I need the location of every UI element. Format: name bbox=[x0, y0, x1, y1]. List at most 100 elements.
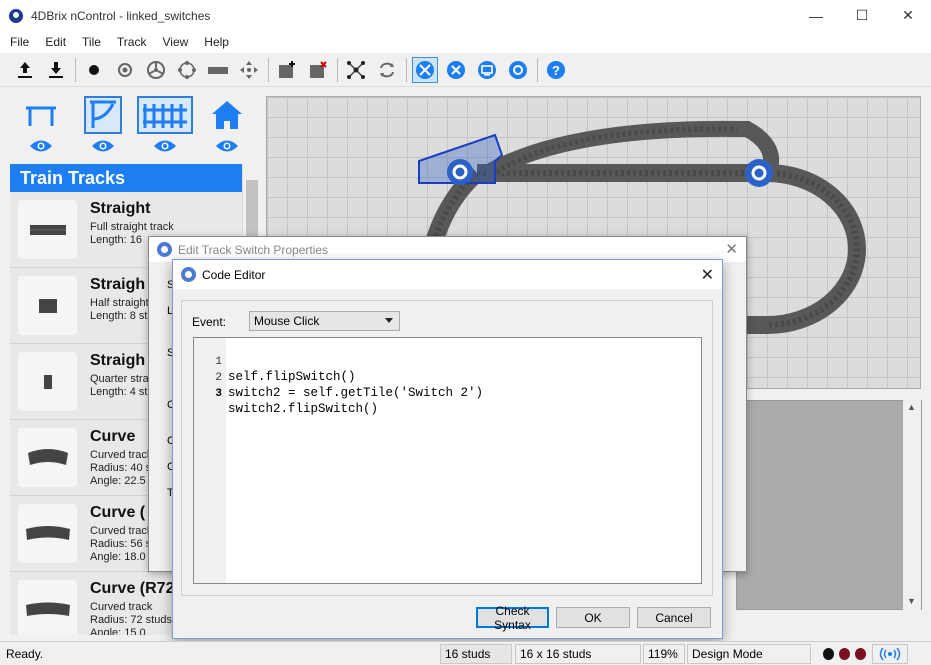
menu-view[interactable]: View bbox=[154, 35, 196, 49]
house-icon bbox=[208, 96, 246, 134]
track-item-desc: Quarter stra bbox=[90, 373, 149, 385]
code-editor[interactable]: 1 self.flipSwitch() 2 switch2 = self.get… bbox=[193, 337, 702, 584]
add-tile-icon[interactable] bbox=[274, 57, 300, 83]
toolbar-separator bbox=[268, 57, 269, 82]
quarter-straight-track-icon bbox=[18, 352, 77, 411]
switch-1-gear-icon[interactable] bbox=[447, 159, 473, 185]
track-item-radius: Radius: 40 s bbox=[90, 462, 152, 474]
led-icon bbox=[823, 648, 834, 660]
preview-panel bbox=[736, 400, 922, 610]
cancel-button[interactable]: Cancel bbox=[637, 607, 711, 628]
grid-size-select[interactable]: 16 studs bbox=[440, 644, 512, 664]
delete-tile-icon[interactable] bbox=[305, 57, 331, 83]
ok-button[interactable]: OK bbox=[556, 607, 630, 628]
monitor-icon[interactable] bbox=[474, 57, 500, 83]
app-logo-icon bbox=[9, 8, 23, 23]
code-line: 1 self.flipSwitch() bbox=[194, 342, 355, 384]
minimize-button[interactable]: — bbox=[793, 0, 839, 31]
download-icon[interactable] bbox=[43, 57, 69, 83]
mode-readout: Design Mode bbox=[687, 644, 811, 664]
eye-icon[interactable] bbox=[153, 139, 177, 156]
palette-header: Train Tracks bbox=[10, 164, 242, 192]
title-bar: 4DBrix nControl - linked_switches — ☐ ✕ bbox=[0, 0, 931, 31]
track-item-desc: Half straight bbox=[90, 297, 149, 309]
menu-help[interactable]: Help bbox=[196, 35, 237, 49]
straight-track-icon bbox=[18, 200, 77, 259]
event-label: Event: bbox=[192, 315, 227, 329]
curve-track-icon bbox=[18, 428, 77, 487]
chevron-down-icon bbox=[385, 318, 393, 323]
code-line: 3 switch2.flipSwitch() bbox=[194, 374, 378, 416]
wheel-icon[interactable] bbox=[143, 57, 169, 83]
design-tools-icon[interactable] bbox=[412, 56, 438, 83]
led-icon bbox=[855, 648, 866, 660]
tools-icon[interactable] bbox=[443, 57, 469, 83]
upload-icon[interactable] bbox=[12, 57, 38, 83]
track-item-angle: Angle: 18.0 bbox=[90, 551, 146, 563]
scroll-down-icon[interactable]: ▼ bbox=[907, 596, 916, 606]
menu-tile[interactable]: Tile bbox=[74, 35, 109, 49]
eye-icon[interactable] bbox=[215, 139, 239, 156]
close-icon[interactable]: ✕ bbox=[725, 240, 738, 258]
track-item-radius: Radius: 72 studs bbox=[90, 614, 172, 626]
track-item-name: Straight bbox=[90, 200, 151, 217]
close-icon[interactable]: ✕ bbox=[701, 265, 714, 285]
structure-category-icon bbox=[84, 96, 122, 134]
category-tracks[interactable] bbox=[10, 90, 72, 156]
check-syntax-button[interactable]: Check Syntax bbox=[476, 604, 549, 632]
track-item-desc: Curved track bbox=[90, 525, 153, 537]
toolbar-separator bbox=[75, 57, 76, 82]
track-item-length: Length: 4 st bbox=[90, 386, 148, 398]
curve-track-icon bbox=[18, 504, 77, 563]
toolbar-separator bbox=[406, 57, 407, 82]
status-text: Ready. bbox=[6, 647, 44, 661]
led-icon bbox=[839, 648, 850, 660]
settings-icon[interactable] bbox=[505, 57, 531, 83]
track-item-desc: Full straight track bbox=[90, 221, 174, 233]
category-buildings[interactable] bbox=[196, 90, 258, 156]
move-icon[interactable] bbox=[236, 57, 262, 83]
track-item-length: Length: 8 st bbox=[90, 310, 148, 322]
toolbar-separator bbox=[337, 57, 338, 82]
menu-edit[interactable]: Edit bbox=[37, 35, 74, 49]
fence-category-icon bbox=[137, 96, 193, 134]
track-item-name: Straigh bbox=[90, 276, 146, 293]
toolbar: ? bbox=[0, 53, 931, 87]
dialog-title: Edit Track Switch Properties bbox=[178, 242, 329, 257]
code-editor-dialog: Code Editor ✕ Event: Mouse Click 1 self.… bbox=[172, 259, 723, 639]
maximize-button[interactable]: ☐ bbox=[839, 0, 885, 31]
scroll-up-icon[interactable]: ▲ bbox=[907, 402, 916, 412]
dot-icon[interactable] bbox=[81, 57, 107, 83]
code-text: switch2 = self.getTile('Switch 2') bbox=[228, 386, 484, 400]
target-icon[interactable] bbox=[112, 57, 138, 83]
dialog-title: Code Editor bbox=[202, 267, 266, 282]
track-item-name: Curve (R72 bbox=[90, 580, 175, 597]
svg-text:?: ? bbox=[552, 63, 560, 78]
category-structures[interactable] bbox=[72, 90, 134, 156]
code-text: self.flipSwitch() bbox=[228, 370, 356, 384]
tile-size-readout: 16 x 16 studs bbox=[515, 644, 641, 664]
preview-scrollbar[interactable]: ▲ ▼ bbox=[903, 400, 921, 610]
event-select[interactable]: Mouse Click bbox=[249, 311, 400, 331]
zoom-readout: 119% bbox=[643, 644, 685, 664]
toolbar-separator bbox=[537, 57, 538, 82]
scroll-thumb[interactable] bbox=[246, 180, 258, 240]
line-number: 3 bbox=[215, 388, 222, 400]
code-line: 2 switch2 = self.getTile('Switch 2') bbox=[194, 358, 483, 400]
eye-icon[interactable] bbox=[29, 139, 53, 156]
help-icon[interactable]: ? bbox=[543, 57, 569, 83]
menu-track[interactable]: Track bbox=[109, 35, 155, 49]
switch-2-gear-icon[interactable] bbox=[745, 159, 773, 187]
cycle-icon[interactable] bbox=[374, 57, 400, 83]
network-icon[interactable] bbox=[343, 57, 369, 83]
half-straight-track-icon bbox=[18, 276, 77, 335]
rail-icon[interactable] bbox=[205, 57, 231, 83]
menu-file[interactable]: File bbox=[0, 35, 37, 49]
category-fences[interactable] bbox=[134, 90, 196, 156]
code-text: switch2.flipSwitch() bbox=[228, 402, 379, 416]
close-button[interactable]: ✕ bbox=[885, 0, 931, 31]
eye-icon[interactable] bbox=[91, 139, 115, 156]
circle-dots-icon[interactable] bbox=[174, 57, 200, 83]
wireless-icon[interactable] bbox=[872, 644, 908, 664]
window-title: 4DBrix nControl - linked_switches bbox=[31, 8, 211, 23]
